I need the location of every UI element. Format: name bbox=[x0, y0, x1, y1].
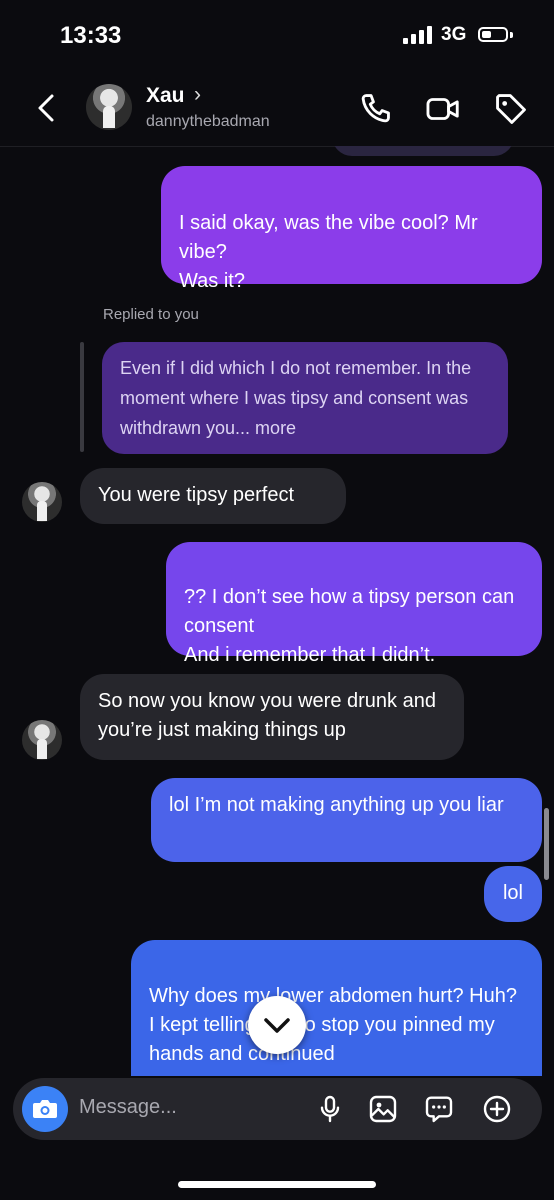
battery-tip bbox=[510, 32, 513, 38]
sender-avatar[interactable] bbox=[22, 720, 62, 760]
chat-header: Xau › dannythebadman bbox=[0, 70, 554, 147]
message-composer: Message... bbox=[13, 1078, 542, 1140]
chat-bubble-icon bbox=[425, 1096, 453, 1123]
plus-circle-icon bbox=[483, 1095, 511, 1123]
chevron-right-icon: › bbox=[194, 83, 201, 106]
sticker-button[interactable] bbox=[423, 1093, 455, 1125]
tag-button[interactable] bbox=[492, 90, 530, 128]
more-options-button[interactable] bbox=[481, 1093, 513, 1125]
sent-message[interactable]: lol I’m not making anything up you liar bbox=[151, 778, 542, 862]
message-text: lol bbox=[502, 882, 523, 904]
received-message[interactable]: So now you know you were drunk and you’r… bbox=[80, 674, 464, 760]
message-input[interactable]: Message... bbox=[79, 1096, 299, 1122]
message-text: You were tipsy perfect bbox=[98, 484, 295, 506]
chevron-left-icon bbox=[38, 94, 54, 122]
contact-name[interactable]: Xau bbox=[146, 84, 185, 108]
sent-message[interactable]: lol bbox=[484, 866, 542, 922]
network-type: 3G bbox=[441, 24, 467, 45]
sent-message-partial bbox=[332, 146, 514, 156]
home-indicator[interactable] bbox=[178, 1181, 376, 1188]
message-text: Why does my lower abdomen hurt? Huh? I k… bbox=[149, 985, 517, 1065]
quoted-text: Even if I did which I do not remember. I… bbox=[120, 358, 472, 438]
received-message[interactable]: You were tipsy perfect bbox=[80, 468, 346, 524]
camera-icon bbox=[33, 1100, 57, 1118]
video-call-button[interactable] bbox=[424, 90, 462, 128]
gallery-button[interactable] bbox=[367, 1093, 399, 1125]
quoted-message[interactable]: Even if I did which I do not remember. I… bbox=[102, 342, 508, 454]
signal-icon bbox=[403, 26, 432, 44]
message-text: ?? I don’t see how a tipsy person can co… bbox=[184, 586, 515, 666]
replied-label: Replied to you bbox=[103, 306, 199, 323]
reply-indicator bbox=[80, 342, 84, 452]
image-icon bbox=[369, 1095, 397, 1123]
tag-icon bbox=[496, 94, 526, 124]
message-thread[interactable]: I said okay, was the vibe cool? Mr vibe?… bbox=[0, 146, 554, 1076]
camera-button[interactable] bbox=[22, 1086, 68, 1132]
status-bar: 13:33 3G bbox=[0, 0, 554, 70]
phone-icon bbox=[361, 94, 390, 123]
sent-message[interactable]: I said okay, was the vibe cool? Mr vibe?… bbox=[161, 166, 542, 292]
contact-avatar[interactable] bbox=[86, 84, 132, 130]
scroll-to-bottom-button[interactable] bbox=[248, 996, 306, 1054]
message-text: lol I’m not making anything up you liar bbox=[169, 794, 504, 816]
scrollbar[interactable] bbox=[544, 808, 549, 880]
back-button[interactable] bbox=[32, 88, 62, 128]
battery-icon bbox=[478, 27, 508, 42]
status-time: 13:33 bbox=[60, 22, 122, 49]
video-camera-icon bbox=[426, 98, 459, 120]
microphone-icon bbox=[320, 1095, 340, 1123]
contact-username[interactable]: dannythebadman bbox=[146, 113, 270, 131]
sent-message[interactable]: ?? I don’t see how a tipsy person can co… bbox=[166, 542, 542, 666]
call-button[interactable] bbox=[356, 90, 394, 128]
message-text: So now you know you were drunk and you’r… bbox=[98, 690, 436, 741]
message-text: I said okay, was the vibe cool? Mr vibe?… bbox=[179, 212, 478, 292]
sent-message[interactable]: Why does my lower abdomen hurt? Huh? I k… bbox=[131, 940, 542, 1076]
sender-avatar[interactable] bbox=[22, 482, 62, 522]
chevron-down-icon bbox=[264, 1018, 290, 1033]
voice-message-button[interactable] bbox=[314, 1093, 346, 1125]
